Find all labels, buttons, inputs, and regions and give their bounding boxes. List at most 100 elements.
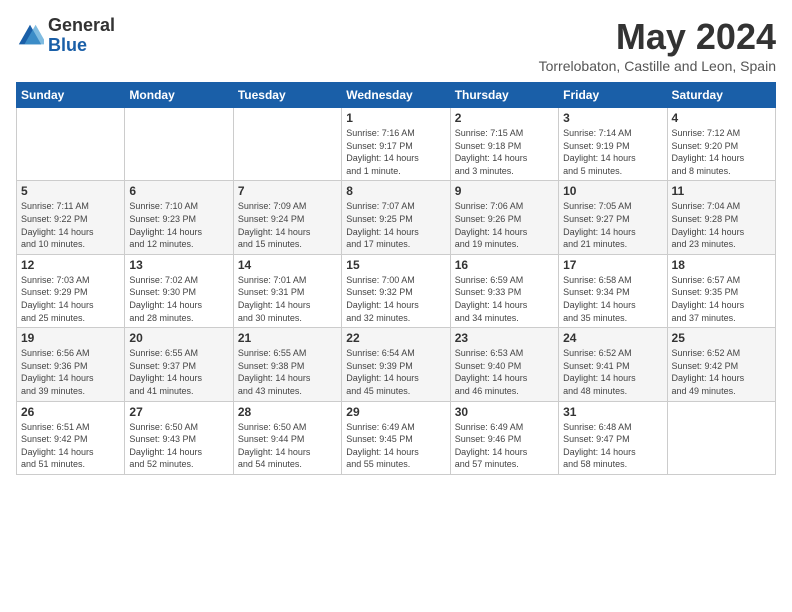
day-number: 23 xyxy=(455,331,554,345)
location-title: Torrelobaton, Castille and Leon, Spain xyxy=(539,58,776,74)
day-number: 16 xyxy=(455,258,554,272)
calendar-cell: 23 Sunrise: 6:53 AM Sunset: 9:40 PM Dayli… xyxy=(450,328,558,401)
day-content: Sunrise: 6:54 AM Sunset: 9:39 PM Dayligh… xyxy=(346,347,445,397)
calendar-cell: 25Sunrise: 6:52 AM Sunset: 9:42 PM Dayli… xyxy=(667,328,775,401)
day-content: Sunrise: 6:55 AM Sunset: 9:38 PM Dayligh… xyxy=(238,347,337,397)
day-content: Sunrise: 6:51 AM Sunset: 9:42 PM Dayligh… xyxy=(21,421,120,471)
day-content: Sunrise: 6:50 AM Sunset: 9:43 PM Dayligh… xyxy=(129,421,228,471)
calendar-cell: 13 Sunrise: 7:02 AM Sunset: 9:30 PM Dayli… xyxy=(125,254,233,327)
calendar-cell: 28 Sunrise: 6:50 AM Sunset: 9:44 PM Dayli… xyxy=(233,401,341,474)
calendar-cell xyxy=(125,108,233,181)
weekday-header-saturday: Saturday xyxy=(667,83,775,108)
day-number: 8 xyxy=(346,184,445,198)
week-row-2: 5 Sunrise: 7:11 AM Sunset: 9:22 PM Daylig… xyxy=(17,181,776,254)
calendar-cell: 1 Sunrise: 7:16 AM Sunset: 9:17 PM Daylig… xyxy=(342,108,450,181)
weekday-header-friday: Friday xyxy=(559,83,667,108)
day-content: Sunrise: 6:49 AM Sunset: 9:46 PM Dayligh… xyxy=(455,421,554,471)
weekday-header-wednesday: Wednesday xyxy=(342,83,450,108)
day-content: Sunrise: 6:48 AM Sunset: 9:47 PM Dayligh… xyxy=(563,421,662,471)
calendar-cell: 3Sunrise: 7:14 AM Sunset: 9:19 PM Daylig… xyxy=(559,108,667,181)
calendar-cell: 9Sunrise: 7:06 AM Sunset: 9:26 PM Daylig… xyxy=(450,181,558,254)
weekday-header-row: SundayMondayTuesdayWednesdayThursdayFrid… xyxy=(17,83,776,108)
week-row-4: 19 Sunrise: 6:56 AM Sunset: 9:36 PM Dayli… xyxy=(17,328,776,401)
day-number: 12 xyxy=(21,258,120,272)
day-number: 4 xyxy=(672,111,771,125)
day-number: 28 xyxy=(238,405,337,419)
day-content: Sunrise: 7:02 AM Sunset: 9:30 PM Dayligh… xyxy=(129,274,228,324)
weekday-header-sunday: Sunday xyxy=(17,83,125,108)
calendar-cell: 12 Sunrise: 7:03 AM Sunset: 9:29 PM Dayli… xyxy=(17,254,125,327)
calendar-cell: 2 Sunrise: 7:15 AM Sunset: 9:18 PM Daylig… xyxy=(450,108,558,181)
day-content: Sunrise: 7:11 AM Sunset: 9:22 PM Dayligh… xyxy=(21,200,120,250)
week-row-3: 12 Sunrise: 7:03 AM Sunset: 9:29 PM Dayli… xyxy=(17,254,776,327)
calendar-cell: 16 Sunrise: 6:59 AM Sunset: 9:33 PM Dayli… xyxy=(450,254,558,327)
day-number: 1 xyxy=(346,111,445,125)
logo: General Blue xyxy=(16,16,115,56)
day-number: 15 xyxy=(346,258,445,272)
week-row-5: 26 Sunrise: 6:51 AM Sunset: 9:42 PM Dayli… xyxy=(17,401,776,474)
day-content: Sunrise: 6:57 AM Sunset: 9:35 PM Dayligh… xyxy=(672,274,771,324)
calendar-cell: 17Sunrise: 6:58 AM Sunset: 9:34 PM Dayli… xyxy=(559,254,667,327)
day-content: Sunrise: 6:50 AM Sunset: 9:44 PM Dayligh… xyxy=(238,421,337,471)
calendar-cell: 30 Sunrise: 6:49 AM Sunset: 9:46 PM Dayli… xyxy=(450,401,558,474)
day-number: 18 xyxy=(672,258,771,272)
calendar-cell: 29Sunrise: 6:49 AM Sunset: 9:45 PM Dayli… xyxy=(342,401,450,474)
day-content: Sunrise: 7:05 AM Sunset: 9:27 PM Dayligh… xyxy=(563,200,662,250)
weekday-header-monday: Monday xyxy=(125,83,233,108)
day-number: 19 xyxy=(21,331,120,345)
day-number: 21 xyxy=(238,331,337,345)
calendar-cell: 15 Sunrise: 7:00 AM Sunset: 9:32 PM Dayli… xyxy=(342,254,450,327)
day-number: 17 xyxy=(563,258,662,272)
day-number: 14 xyxy=(238,258,337,272)
day-content: Sunrise: 7:09 AM Sunset: 9:24 PM Dayligh… xyxy=(238,200,337,250)
calendar-cell xyxy=(233,108,341,181)
calendar-cell: 18 Sunrise: 6:57 AM Sunset: 9:35 PM Dayli… xyxy=(667,254,775,327)
page-header: General Blue May 2024 Torrelobaton, Cast… xyxy=(16,16,776,74)
day-content: Sunrise: 6:49 AM Sunset: 9:45 PM Dayligh… xyxy=(346,421,445,471)
day-content: Sunrise: 6:59 AM Sunset: 9:33 PM Dayligh… xyxy=(455,274,554,324)
day-number: 13 xyxy=(129,258,228,272)
day-number: 10 xyxy=(563,184,662,198)
day-content: Sunrise: 6:53 AM Sunset: 9:40 PM Dayligh… xyxy=(455,347,554,397)
day-number: 27 xyxy=(129,405,228,419)
day-content: Sunrise: 7:00 AM Sunset: 9:32 PM Dayligh… xyxy=(346,274,445,324)
month-title: May 2024 xyxy=(539,16,776,58)
day-number: 5 xyxy=(21,184,120,198)
calendar-cell: 4Sunrise: 7:12 AM Sunset: 9:20 PM Daylig… xyxy=(667,108,775,181)
calendar-cell: 6Sunrise: 7:10 AM Sunset: 9:23 PM Daylig… xyxy=(125,181,233,254)
day-number: 26 xyxy=(21,405,120,419)
calendar-cell: 21 Sunrise: 6:55 AM Sunset: 9:38 PM Dayli… xyxy=(233,328,341,401)
calendar-cell: 22 Sunrise: 6:54 AM Sunset: 9:39 PM Dayli… xyxy=(342,328,450,401)
calendar-cell: 31Sunrise: 6:48 AM Sunset: 9:47 PM Dayli… xyxy=(559,401,667,474)
day-number: 2 xyxy=(455,111,554,125)
day-number: 11 xyxy=(672,184,771,198)
day-number: 3 xyxy=(563,111,662,125)
calendar-cell xyxy=(17,108,125,181)
day-content: Sunrise: 7:16 AM Sunset: 9:17 PM Dayligh… xyxy=(346,127,445,177)
day-number: 22 xyxy=(346,331,445,345)
day-content: Sunrise: 6:56 AM Sunset: 9:36 PM Dayligh… xyxy=(21,347,120,397)
day-content: Sunrise: 7:07 AM Sunset: 9:25 PM Dayligh… xyxy=(346,200,445,250)
calendar-cell: 26 Sunrise: 6:51 AM Sunset: 9:42 PM Dayli… xyxy=(17,401,125,474)
day-number: 25 xyxy=(672,331,771,345)
day-number: 24 xyxy=(563,331,662,345)
title-block: May 2024 Torrelobaton, Castille and Leon… xyxy=(539,16,776,74)
day-number: 7 xyxy=(238,184,337,198)
day-content: Sunrise: 7:04 AM Sunset: 9:28 PM Dayligh… xyxy=(672,200,771,250)
day-number: 30 xyxy=(455,405,554,419)
week-row-1: 1 Sunrise: 7:16 AM Sunset: 9:17 PM Daylig… xyxy=(17,108,776,181)
calendar-cell: 24 Sunrise: 6:52 AM Sunset: 9:41 PM Dayli… xyxy=(559,328,667,401)
day-content: Sunrise: 7:10 AM Sunset: 9:23 PM Dayligh… xyxy=(129,200,228,250)
day-content: Sunrise: 6:52 AM Sunset: 9:41 PM Dayligh… xyxy=(563,347,662,397)
weekday-header-tuesday: Tuesday xyxy=(233,83,341,108)
weekday-header-thursday: Thursday xyxy=(450,83,558,108)
day-content: Sunrise: 7:15 AM Sunset: 9:18 PM Dayligh… xyxy=(455,127,554,177)
calendar-table: SundayMondayTuesdayWednesdayThursdayFrid… xyxy=(16,82,776,475)
calendar-cell: 14 Sunrise: 7:01 AM Sunset: 9:31 PM Dayli… xyxy=(233,254,341,327)
day-content: Sunrise: 7:03 AM Sunset: 9:29 PM Dayligh… xyxy=(21,274,120,324)
day-content: Sunrise: 7:01 AM Sunset: 9:31 PM Dayligh… xyxy=(238,274,337,324)
day-number: 20 xyxy=(129,331,228,345)
calendar-cell: 5 Sunrise: 7:11 AM Sunset: 9:22 PM Daylig… xyxy=(17,181,125,254)
day-content: Sunrise: 6:55 AM Sunset: 9:37 PM Dayligh… xyxy=(129,347,228,397)
calendar-cell: 27 Sunrise: 6:50 AM Sunset: 9:43 PM Dayli… xyxy=(125,401,233,474)
